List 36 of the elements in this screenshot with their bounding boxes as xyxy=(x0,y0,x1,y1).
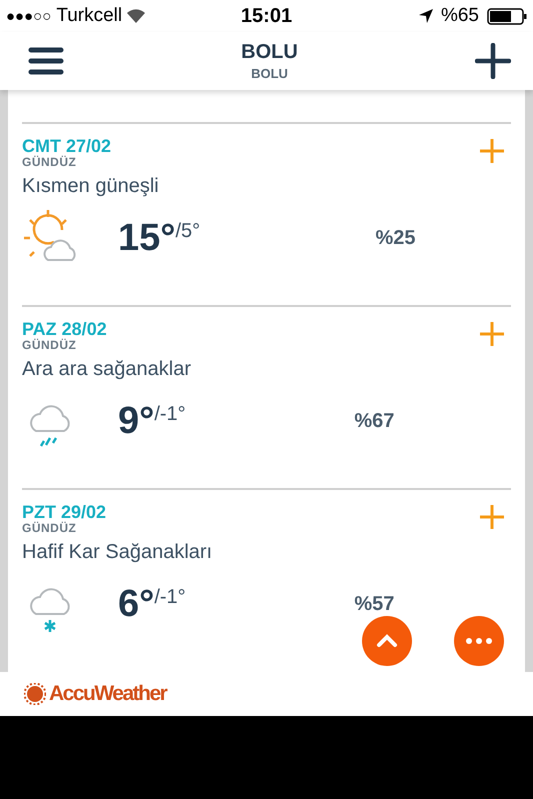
expand-button[interactable] xyxy=(479,138,505,164)
day-period: GÜNDÜZ xyxy=(22,522,78,535)
sun-logo-icon xyxy=(24,683,46,705)
battery-icon xyxy=(487,8,527,24)
high-temperature: 15° xyxy=(118,216,176,260)
forecast-date: PZT 29/02 xyxy=(22,502,106,522)
location-arrow-icon xyxy=(418,9,433,23)
precipitation-chance: %57 xyxy=(354,592,394,616)
city-subtitle: BOLU xyxy=(251,66,288,81)
brand-logo: AccuWeather xyxy=(49,682,166,706)
expand-button[interactable] xyxy=(479,321,505,347)
battery-percent: %65 xyxy=(440,5,479,27)
day-period: GÜNDÜZ xyxy=(22,339,78,352)
forecast-date: CMT 27/02 xyxy=(22,136,112,156)
weather-condition: Ara ara sağanaklar xyxy=(22,357,192,381)
signal-dots: ●●●○○ xyxy=(6,8,52,24)
forecast-date: PAZ 28/02 xyxy=(22,319,107,339)
precipitation-chance: %67 xyxy=(354,410,394,432)
carrier-name: Turkcell xyxy=(56,5,122,27)
low-temperature: /-1° xyxy=(154,403,187,426)
low-temperature: /-1° xyxy=(154,586,187,609)
low-temperature: /5° xyxy=(175,220,202,243)
high-temperature: 6° xyxy=(118,582,154,626)
high-temperature: 9° xyxy=(118,400,154,442)
precipitation-chance: %25 xyxy=(375,226,416,250)
chevron-up-icon xyxy=(376,634,398,648)
weather-condition: Hafif Kar Sağanakları xyxy=(22,540,214,564)
day-period: GÜNDÜZ xyxy=(22,156,78,169)
city-title: BOLU xyxy=(241,41,298,64)
more-dots-icon xyxy=(466,638,492,644)
menu-icon[interactable] xyxy=(28,46,64,76)
expand-button[interactable] xyxy=(479,504,505,530)
wifi-icon xyxy=(127,9,146,23)
add-icon[interactable] xyxy=(474,43,511,79)
weather-condition: Kısmen güneşli xyxy=(22,174,160,198)
clock-time: 15:01 xyxy=(240,4,292,28)
